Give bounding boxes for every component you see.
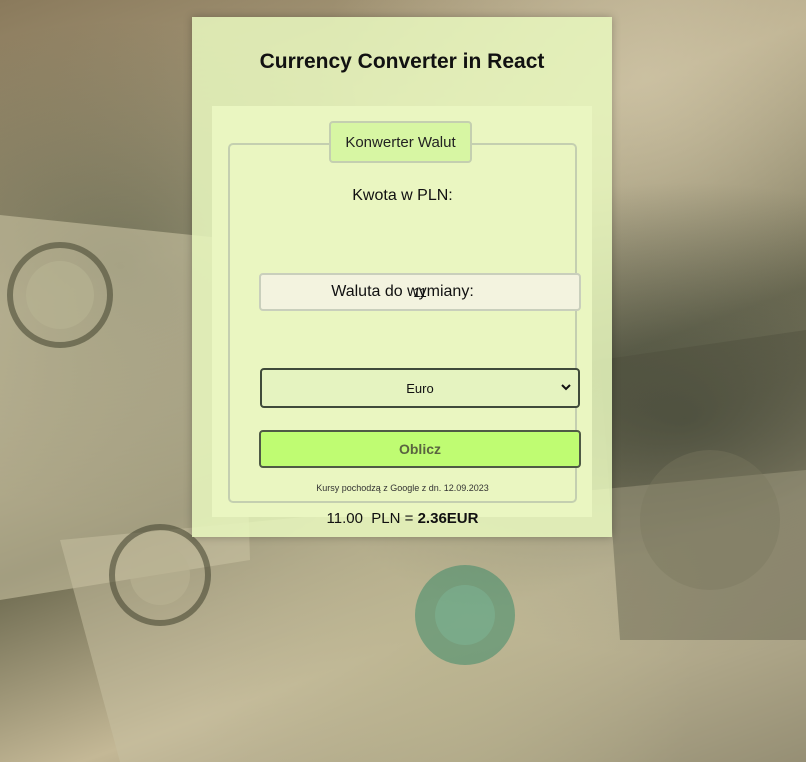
currency-selected-value: Euro xyxy=(406,380,434,396)
chevron-down-icon xyxy=(561,384,571,391)
result-converted: 2.36EUR xyxy=(417,510,479,527)
currency-select[interactable]: Euro xyxy=(260,368,580,408)
currency-label: Waluta do wymiany: xyxy=(331,283,474,300)
amount-label: Kwota w PLN: xyxy=(352,187,453,204)
calculate-button[interactable]: Oblicz xyxy=(259,430,581,468)
result-amount: 11.00 xyxy=(326,510,363,527)
converter-card: Currency Converter in React Kwota w PLN:… xyxy=(192,17,612,537)
converter-panel: Kwota w PLN: Waluta do wymiany: Euro Obl… xyxy=(212,106,592,527)
result-equals: = xyxy=(404,510,414,527)
converter-legend: Konwerter Walut xyxy=(329,121,472,163)
result-from-currency: PLN xyxy=(371,510,401,527)
conversion-result: 11.00 PLN = 2.36EUR xyxy=(230,510,575,527)
page-title: Currency Converter in React xyxy=(259,50,545,73)
converter-fieldset: Kwota w PLN: Waluta do wymiany: Euro Obl… xyxy=(228,143,581,527)
rates-source-note: Kursy pochodzą z Google z dn. 12.09.2023 xyxy=(316,483,489,493)
